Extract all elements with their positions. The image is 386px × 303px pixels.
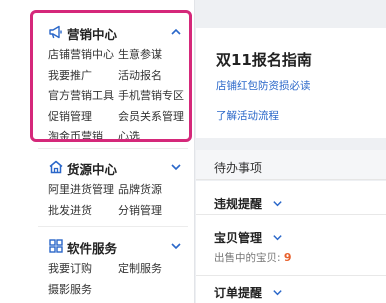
todo-item-management[interactable]: 宝贝管理 — [214, 229, 283, 246]
link-custom-service[interactable]: 定制服务 — [118, 260, 162, 276]
todo-order-label: 订单提醒 — [214, 286, 263, 300]
link-shop-marketing-center[interactable]: 店铺营销中心 — [48, 46, 114, 62]
chevron-down-icon[interactable] — [272, 232, 283, 243]
link-mobile-marketing[interactable]: 手机营销专区 — [118, 87, 184, 103]
link-taojinbi-marketing[interactable]: 淘金币营销 — [48, 128, 103, 144]
sourcing-links: 阿里进货管理 品牌货源 批发进货 分销管理 — [48, 179, 188, 220]
link-row: 我要订购 定制服务 — [48, 258, 188, 279]
link-row: 批发进货 分销管理 — [48, 200, 188, 221]
chevron-up-icon[interactable] — [170, 26, 182, 38]
section-divider — [38, 226, 188, 227]
marketing-section-title: 营销中心 — [67, 27, 118, 42]
house-icon — [49, 160, 63, 174]
link-xinxuan[interactable]: 心选 — [118, 128, 140, 144]
chevron-down-icon[interactable] — [170, 240, 182, 252]
guide-link-activity-flow[interactable]: 了解活动流程 — [216, 108, 279, 123]
software-links: 我要订购 定制服务 摄影服务 — [48, 258, 188, 299]
megaphone-icon — [49, 25, 62, 39]
link-row: 摄影服务 — [48, 279, 188, 300]
guide-card: 双11报名指南 店铺红包防资损必读 了解活动流程 — [196, 28, 386, 138]
todo-violation-reminder[interactable]: 违规提醒 — [214, 195, 283, 212]
todo-panel: 违规提醒 宝贝管理 出售中的宝贝: 9 订单提醒 — [196, 181, 386, 303]
on-sale-count-row[interactable]: 出售中的宝贝: 9 — [214, 250, 292, 265]
link-official-tools[interactable]: 官方营销工具 — [48, 87, 114, 103]
todo-header: 待办事项 — [196, 150, 386, 180]
software-section-header[interactable]: 软件服务 — [0, 236, 195, 256]
link-row: 阿里进货管理 品牌货源 — [48, 179, 188, 200]
sourcing-section-title: 货源中心 — [67, 162, 118, 177]
chevron-down-icon[interactable] — [272, 287, 283, 298]
on-sale-count: 9 — [283, 251, 292, 264]
marketing-section-header[interactable]: 营销中心 — [0, 22, 195, 42]
link-promotion-management[interactable]: 促销管理 — [48, 108, 92, 124]
guide-link-red-packet[interactable]: 店铺红包防资损必读 — [216, 78, 311, 93]
chevron-down-icon[interactable] — [272, 198, 283, 209]
link-subscribe[interactable]: 我要订购 — [48, 260, 92, 276]
link-ali-purchasing[interactable]: 阿里进货管理 — [48, 181, 114, 197]
sidebar: 营销中心 店铺营销中心 生意参谋 我要推广 活动报名 官方营销工具 手机营销专区… — [0, 0, 195, 303]
link-row: 淘金币营销 心选 — [48, 126, 188, 147]
link-row: 店铺营销中心 生意参谋 — [48, 44, 188, 65]
todo-header-title: 待办事项 — [214, 161, 263, 175]
grid-icon — [49, 239, 63, 253]
link-business-advisor[interactable]: 生意参谋 — [118, 46, 162, 62]
link-wholesale[interactable]: 批发进货 — [48, 202, 92, 218]
todo-item-management-label: 宝贝管理 — [214, 231, 263, 245]
guide-title: 双11报名指南 — [216, 51, 312, 69]
link-member-relations[interactable]: 会员关系管理 — [118, 108, 184, 124]
chevron-down-icon[interactable] — [170, 161, 182, 173]
todo-divider — [196, 214, 386, 215]
section-divider — [38, 148, 188, 149]
sourcing-section-header[interactable]: 货源中心 — [0, 157, 195, 177]
link-promote[interactable]: 我要推广 — [48, 67, 92, 83]
link-photography-service[interactable]: 摄影服务 — [48, 281, 92, 297]
link-row: 我要推广 活动报名 — [48, 65, 188, 86]
marketing-links: 店铺营销中心 生意参谋 我要推广 活动报名 官方营销工具 手机营销专区 促销管理… — [48, 44, 188, 147]
todo-violation-label: 违规提醒 — [214, 197, 263, 211]
todo-order-reminder[interactable]: 订单提醒 — [214, 284, 283, 301]
link-brand-sources[interactable]: 品牌货源 — [118, 181, 162, 197]
link-distribution-management[interactable]: 分销管理 — [118, 202, 162, 218]
software-section-title: 软件服务 — [67, 241, 118, 256]
link-event-signup[interactable]: 活动报名 — [118, 67, 162, 83]
link-row: 官方营销工具 手机营销专区 — [48, 85, 188, 106]
on-sale-label: 出售中的宝贝: — [214, 252, 281, 264]
link-row: 促销管理 会员关系管理 — [48, 106, 188, 127]
todo-divider — [196, 275, 386, 276]
